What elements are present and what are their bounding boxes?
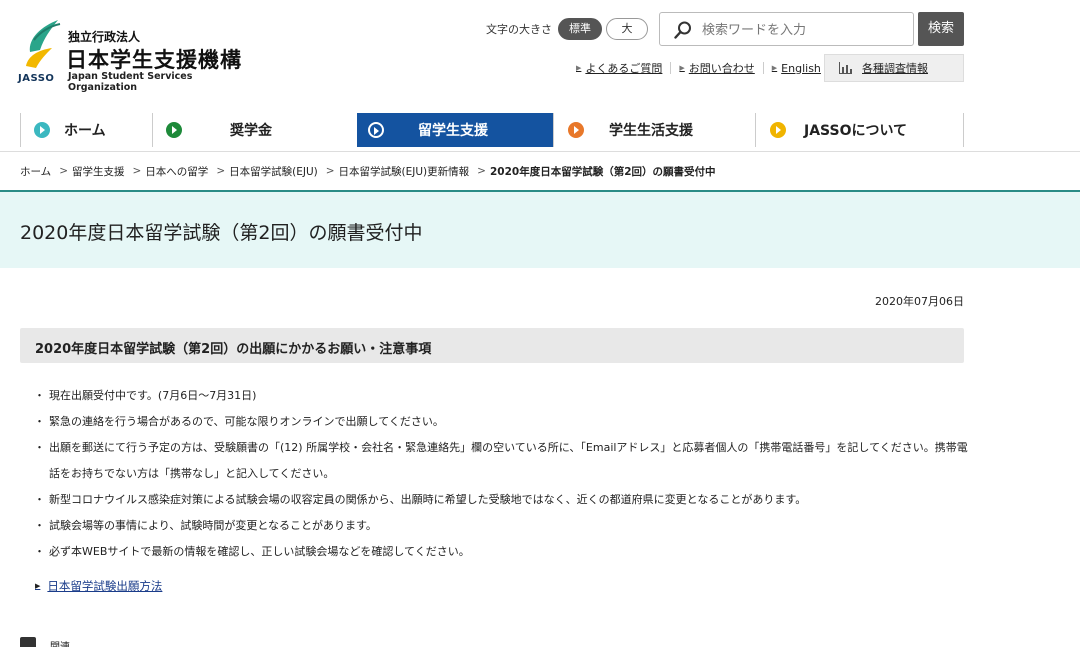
font-size-large-button[interactable]: 大 bbox=[606, 18, 648, 40]
breadcrumb-link[interactable]: 日本への留学 bbox=[145, 164, 208, 179]
list-item: 試験会場等の事情により、試験時間が変更となることがあります。 bbox=[34, 513, 968, 539]
application-method-link[interactable]: ▶ 日本留学試験出願方法 bbox=[35, 578, 162, 594]
jasso-logo[interactable]: JASSO 独立行政法人 日本学生支援機構 Japan Student Serv… bbox=[18, 16, 260, 93]
square-icon bbox=[20, 637, 36, 647]
breadcrumb-link[interactable]: 留学生支援 bbox=[72, 164, 125, 179]
bar-chart-icon bbox=[839, 62, 852, 74]
logo-abbr: JASSO bbox=[18, 73, 55, 84]
logo-org-name-en: Japan Student Services Organization bbox=[68, 71, 193, 93]
english-link[interactable]: ▶ English bbox=[772, 62, 821, 75]
contact-link[interactable]: ▶ お問い合わせ bbox=[679, 60, 754, 76]
breadcrumb-separator: > bbox=[59, 165, 68, 177]
breadcrumb-separator: > bbox=[477, 165, 486, 177]
utility-links: ▶ よくあるご質問 ▶ お問い合わせ ▶ English bbox=[576, 60, 821, 76]
list-item: 現在出願受付中です。(7月6日～7月31日) bbox=[34, 383, 968, 409]
nav-item-about-jasso[interactable]: JASSOについて bbox=[755, 113, 964, 147]
triangle-right-icon: ▶ bbox=[679, 64, 685, 72]
logo-org-type: 独立行政法人 bbox=[68, 30, 141, 44]
play-circle-icon bbox=[368, 122, 384, 138]
search-button[interactable]: 検索 bbox=[918, 12, 964, 46]
nav-item-international-students[interactable]: 留学生支援 bbox=[357, 113, 553, 147]
application-method-label: 日本留学試験出願方法 bbox=[47, 579, 163, 593]
play-circle-icon bbox=[770, 122, 786, 138]
survey-info-button[interactable]: 各種調査情報 bbox=[824, 54, 964, 82]
section-heading: 2020年度日本留学試験（第2回）の出願にかかるお願い・注意事項 bbox=[20, 328, 964, 363]
site-header: JASSO 独立行政法人 日本学生支援機構 Japan Student Serv… bbox=[0, 0, 1080, 110]
related-label: 関連 bbox=[50, 641, 70, 647]
font-size-switcher: 文字の大きさ 標準 大 bbox=[486, 18, 652, 40]
breadcrumb-separator: > bbox=[132, 165, 142, 177]
nav-item-home[interactable]: ホーム bbox=[20, 113, 152, 147]
notice-list: 現在出願受付中です。(7月6日～7月31日) 緊急の連絡を行う場合があるので、可… bbox=[34, 383, 968, 565]
logo-org-name: 日本学生支援機構 bbox=[66, 48, 242, 72]
related-heading: 関連 bbox=[20, 637, 70, 647]
triangle-right-icon: ▶ bbox=[576, 64, 582, 72]
breadcrumb-link[interactable]: 日本留学試験(EJU) bbox=[229, 164, 318, 179]
play-circle-icon bbox=[568, 122, 584, 138]
divider bbox=[0, 151, 1080, 152]
font-size-standard-button[interactable]: 標準 bbox=[558, 18, 602, 40]
triangle-right-icon: ▶ bbox=[771, 64, 778, 72]
faq-link[interactable]: ▶ よくあるご質問 bbox=[576, 60, 662, 76]
breadcrumb-separator: > bbox=[216, 165, 226, 177]
divider bbox=[762, 62, 764, 74]
breadcrumb-separator: > bbox=[325, 165, 335, 177]
play-circle-icon bbox=[166, 122, 182, 138]
breadcrumb-link[interactable]: ホーム bbox=[20, 164, 51, 179]
font-size-label: 文字の大きさ bbox=[486, 23, 552, 36]
search-icon bbox=[674, 21, 691, 39]
list-item: 新型コロナウイルス感染症対策による試験会場の収容定員の関係から、出願時に希望した… bbox=[34, 487, 968, 513]
list-item: 必ず本WEBサイトで最新の情報を確認し、正しい試験会場などを確認してください。 bbox=[34, 539, 968, 565]
play-circle-icon bbox=[34, 122, 50, 138]
breadcrumb-link[interactable]: 日本留学試験(EJU)更新情報 bbox=[339, 164, 470, 179]
global-nav: ホーム 奨学金 留学生支援 学生生活支援 JASSOについて bbox=[20, 113, 964, 147]
breadcrumb: ホーム > 留学生支援 > 日本への留学 > 日本留学試験(EJU) > 日本留… bbox=[20, 163, 716, 179]
nav-item-scholarship[interactable]: 奨学金 bbox=[152, 113, 357, 147]
page-title: 2020年度日本留学試験（第2回）の願書受付中 bbox=[20, 222, 423, 244]
list-item: 緊急の連絡を行う場合があるので、可能な限りオンラインで出願してください。 bbox=[34, 409, 968, 435]
publish-date: 2020年07月06日 bbox=[875, 295, 964, 308]
survey-info-label: 各種調査情報 bbox=[862, 62, 928, 75]
page-title-band: 2020年度日本留学試験（第2回）の願書受付中 bbox=[0, 190, 1080, 268]
search-box bbox=[659, 12, 914, 46]
list-item: 出願を郵送にて行う予定の方は、受験願書の「(12) 所属学校・会社名・緊急連絡先… bbox=[34, 435, 968, 487]
triangle-right-icon: ▶ bbox=[35, 582, 41, 590]
nav-item-student-life[interactable]: 学生生活支援 bbox=[553, 113, 755, 147]
search-input[interactable] bbox=[702, 17, 907, 43]
divider bbox=[670, 62, 672, 74]
section-title: 2020年度日本留学試験（第2回）の出願にかかるお願い・注意事項 bbox=[35, 342, 432, 357]
breadcrumb-current: 2020年度日本留学試験（第2回）の願書受付中 bbox=[489, 165, 716, 178]
